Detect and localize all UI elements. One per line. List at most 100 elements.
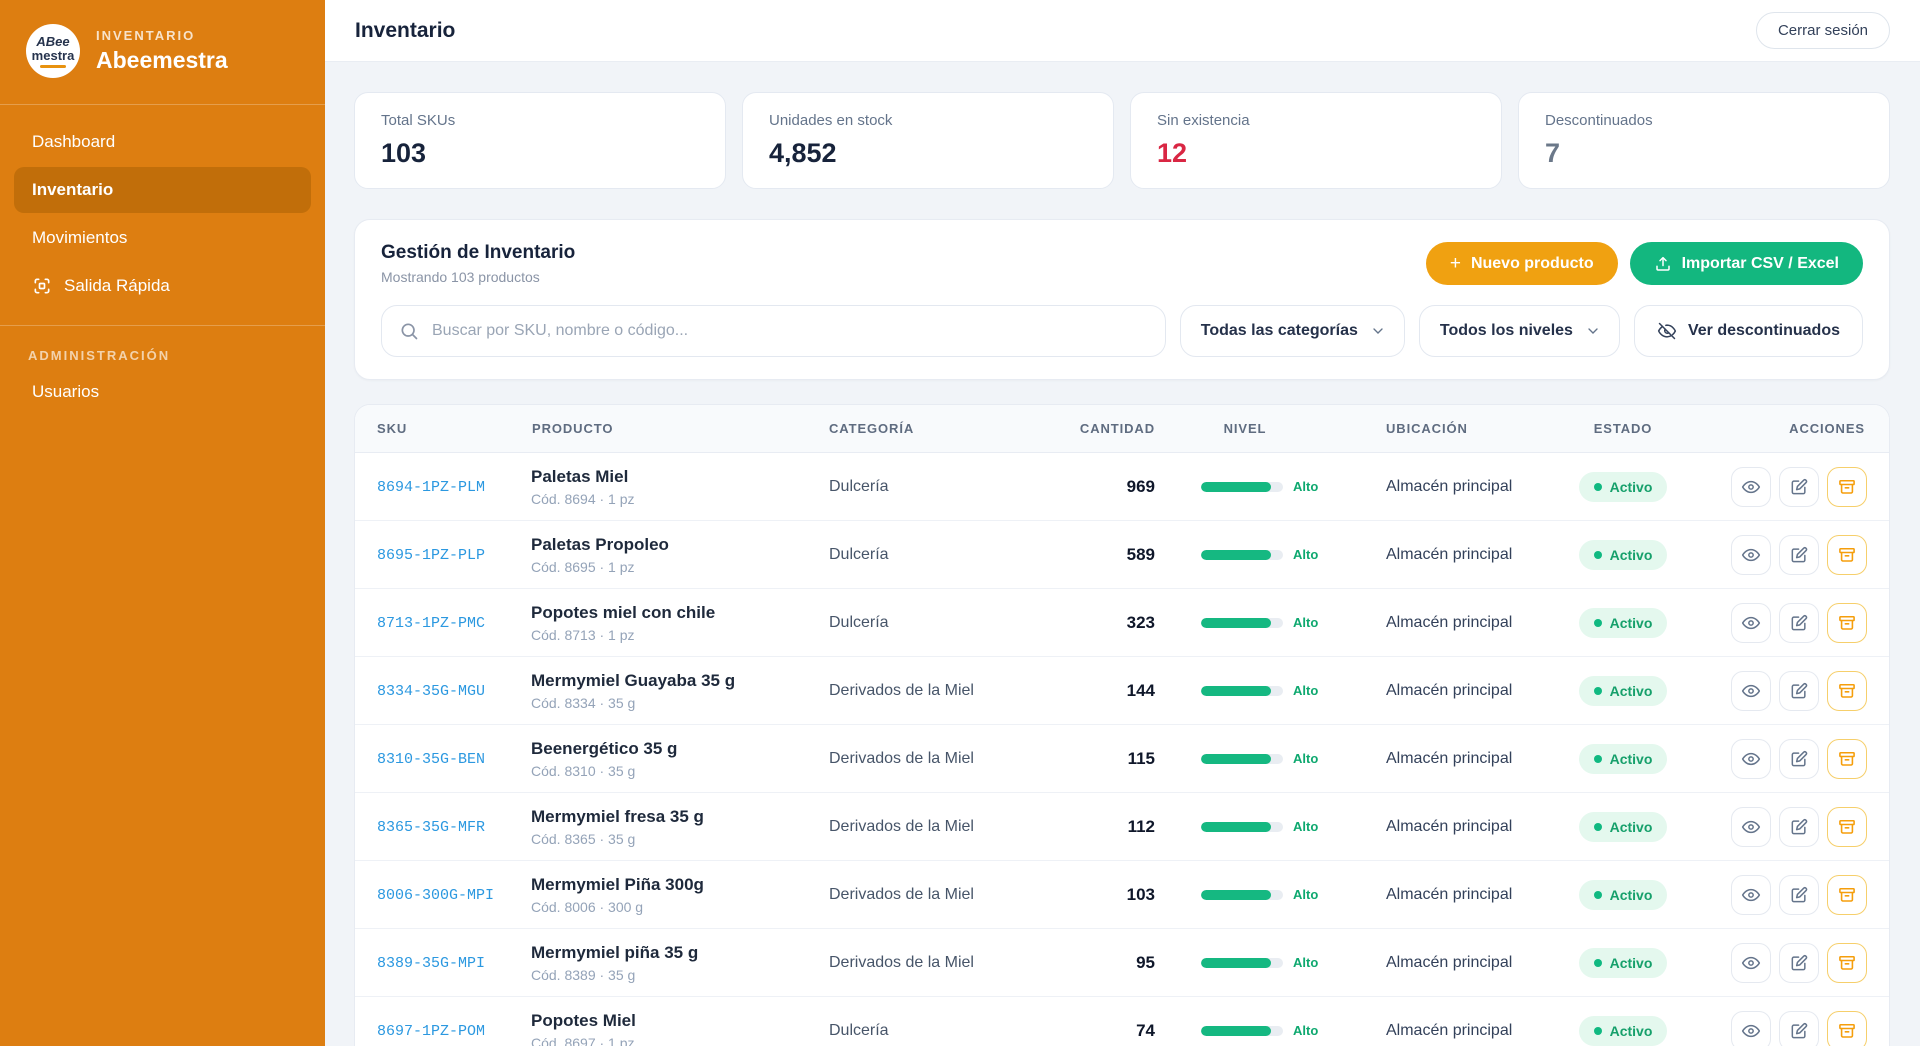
level-bar-fill	[1201, 822, 1271, 832]
level-bar-fill	[1201, 1026, 1271, 1036]
level-bar	[1201, 890, 1283, 900]
status-badge: Activo	[1579, 880, 1668, 910]
level-label: Alto	[1293, 955, 1318, 970]
edit-button[interactable]	[1779, 943, 1819, 983]
edit-icon	[1789, 545, 1809, 565]
category-filter-value: Todas las categorías	[1201, 322, 1358, 340]
status-dot-icon	[1594, 619, 1602, 627]
status-badge: Activo	[1579, 472, 1668, 502]
sku-link[interactable]: 8334-35G-MGU	[377, 683, 485, 700]
archive-button[interactable]	[1827, 943, 1867, 983]
import-csv-label: Importar CSV / Excel	[1682, 255, 1839, 273]
eye-icon	[1741, 1021, 1761, 1041]
table-row: 8006-300G-MPI Mermymiel Piña 300g Cód. 8…	[355, 861, 1889, 929]
location-cell: Almacén principal	[1335, 886, 1541, 904]
upload-icon	[1654, 255, 1672, 273]
product-code: Cód. 8389 · 35 g	[531, 967, 829, 983]
edit-button[interactable]	[1779, 535, 1819, 575]
eye-icon	[1741, 613, 1761, 633]
sku-link[interactable]: 8365-35G-MFR	[377, 819, 485, 836]
view-button[interactable]	[1731, 535, 1771, 575]
page-title: Inventario	[355, 19, 455, 43]
location-cell: Almacén principal	[1335, 750, 1541, 768]
category-filter-select[interactable]: Todas las categorías	[1180, 305, 1405, 357]
category-cell: Dulcería	[829, 546, 1009, 564]
category-cell: Derivados de la Miel	[829, 750, 1009, 768]
sku-link[interactable]: 8006-300G-MPI	[377, 887, 494, 904]
edit-button[interactable]	[1779, 467, 1819, 507]
sku-link[interactable]: 8713-1PZ-PMC	[377, 615, 485, 632]
level-label: Alto	[1293, 683, 1318, 698]
view-button[interactable]	[1731, 875, 1771, 915]
archive-button[interactable]	[1827, 671, 1867, 711]
column-header-acciones: ACCIONES	[1705, 405, 1889, 452]
panel-title: Gestión de Inventario	[381, 242, 575, 264]
sku-link[interactable]: 8697-1PZ-POM	[377, 1023, 485, 1040]
sidebar-item-movimientos[interactable]: Movimientos	[14, 215, 311, 261]
sku-link[interactable]: 8694-1PZ-PLM	[377, 479, 485, 496]
sidebar-item-dashboard[interactable]: Dashboard	[14, 119, 311, 165]
table-row: 8697-1PZ-POM Popotes Miel Cód. 8697 · 1 …	[355, 997, 1889, 1046]
level-cell: Alto	[1155, 479, 1335, 494]
sidebar-item-inventario[interactable]: Inventario	[14, 167, 311, 213]
edit-button[interactable]	[1779, 1011, 1819, 1046]
level-bar	[1201, 482, 1283, 492]
search-input[interactable]	[381, 305, 1166, 357]
archive-box-icon	[1837, 749, 1857, 769]
edit-button[interactable]	[1779, 671, 1819, 711]
show-discontinued-button[interactable]: Ver descontinuados	[1634, 305, 1863, 357]
level-bar	[1201, 822, 1283, 832]
level-label: Alto	[1293, 615, 1318, 630]
archive-button[interactable]	[1827, 603, 1867, 643]
edit-icon	[1789, 477, 1809, 497]
status-dot-icon	[1594, 755, 1602, 763]
view-button[interactable]	[1731, 1011, 1771, 1046]
app-name: Abeemestra	[96, 47, 228, 74]
sku-link[interactable]: 8695-1PZ-PLP	[377, 547, 485, 564]
main-area: Inventario Cerrar sesión Total SKUs 103 …	[325, 0, 1920, 1046]
edit-button[interactable]	[1779, 807, 1819, 847]
archive-box-icon	[1837, 477, 1857, 497]
import-csv-button[interactable]: Importar CSV / Excel	[1630, 242, 1863, 285]
level-bar-fill	[1201, 686, 1271, 696]
chevron-down-icon	[1585, 323, 1601, 339]
view-button[interactable]	[1731, 943, 1771, 983]
logout-button[interactable]: Cerrar sesión	[1756, 12, 1890, 49]
sidebar-item-label: Usuarios	[32, 382, 99, 402]
edit-icon	[1789, 953, 1809, 973]
sku-link[interactable]: 8389-35G-MPI	[377, 955, 485, 972]
sidebar-section-label: ADMINISTRACIÓN	[0, 326, 325, 369]
level-filter-select[interactable]: Todos los niveles	[1419, 305, 1620, 357]
sku-link[interactable]: 8310-35G-BEN	[377, 751, 485, 768]
edit-button[interactable]	[1779, 875, 1819, 915]
edit-button[interactable]	[1779, 603, 1819, 643]
archive-button[interactable]	[1827, 535, 1867, 575]
logo-text-line2: mestra	[32, 49, 75, 62]
archive-button[interactable]	[1827, 875, 1867, 915]
edit-button[interactable]	[1779, 739, 1819, 779]
eye-icon	[1741, 749, 1761, 769]
view-button[interactable]	[1731, 467, 1771, 507]
view-button[interactable]	[1731, 807, 1771, 847]
level-cell: Alto	[1155, 683, 1335, 698]
new-product-label: Nuevo producto	[1471, 255, 1594, 273]
sidebar-item-salida-rapida[interactable]: Salida Rápida	[14, 263, 311, 309]
eye-icon	[1741, 681, 1761, 701]
sidebar-item-usuarios[interactable]: Usuarios	[14, 369, 311, 415]
archive-button[interactable]	[1827, 807, 1867, 847]
column-header-producto: PRODUCTO	[531, 405, 829, 452]
new-product-button[interactable]: + Nuevo producto	[1426, 242, 1618, 285]
archive-button[interactable]	[1827, 739, 1867, 779]
status-badge: Activo	[1579, 676, 1668, 706]
level-bar	[1201, 754, 1283, 764]
archive-button[interactable]	[1827, 467, 1867, 507]
sidebar-item-label: Dashboard	[32, 132, 115, 152]
view-button[interactable]	[1731, 603, 1771, 643]
view-button[interactable]	[1731, 739, 1771, 779]
archive-button[interactable]	[1827, 1011, 1867, 1046]
category-cell: Dulcería	[829, 1022, 1009, 1040]
level-cell: Alto	[1155, 1023, 1335, 1038]
stat-card-unidades-stock: Unidades en stock 4,852	[742, 92, 1114, 189]
view-button[interactable]	[1731, 671, 1771, 711]
product-name: Mermymiel Piña 300g	[531, 875, 829, 895]
